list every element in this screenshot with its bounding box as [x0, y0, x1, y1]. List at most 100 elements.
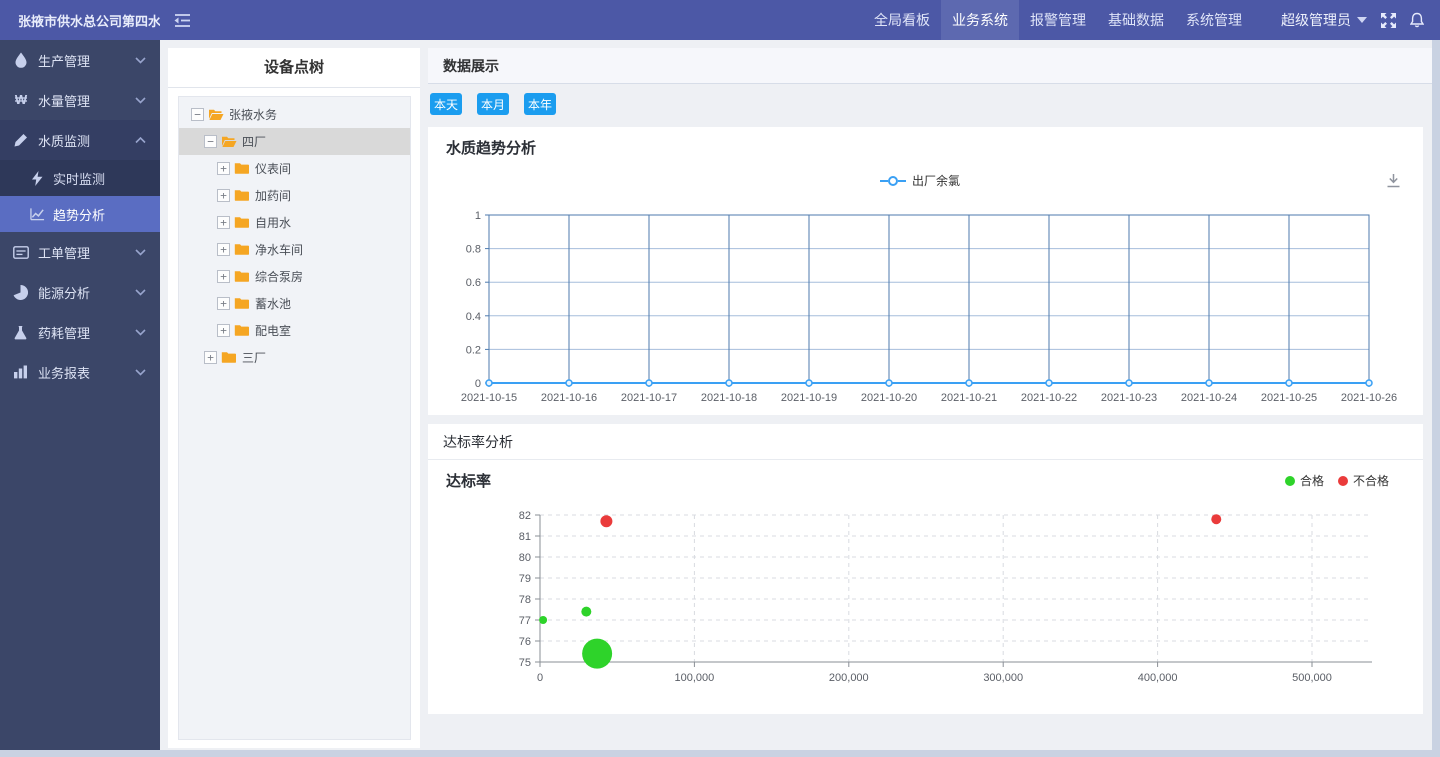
topnav-item-4[interactable]: 系统管理 [1175, 0, 1253, 40]
time-button-1[interactable]: 本月 [477, 93, 509, 115]
tree-node-8[interactable]: + 配电室 [179, 317, 410, 344]
water-amount-icon: W [12, 92, 29, 109]
folder-closed-icon [234, 189, 250, 203]
sidebar-item-1[interactable]: W水量管理 [0, 80, 160, 120]
sidebar-subitem-2-0[interactable]: 实时监测 [0, 160, 160, 196]
chevron-up-icon [135, 137, 146, 144]
tree-node-label: 张掖水务 [229, 106, 277, 123]
svg-text:2021-10-18: 2021-10-18 [701, 392, 757, 404]
tree-node-5[interactable]: + 净水车间 [179, 236, 410, 263]
svg-text:79: 79 [519, 573, 531, 585]
svg-text:2021-10-21: 2021-10-21 [941, 392, 997, 404]
svg-text:2021-10-23: 2021-10-23 [1101, 392, 1157, 404]
flask-icon [12, 324, 29, 341]
expand-icon[interactable]: + [217, 243, 230, 256]
topnav-item-0[interactable]: 全局看板 [863, 0, 941, 40]
expand-icon[interactable]: + [204, 351, 217, 364]
tree-node-4[interactable]: +自用水 [179, 209, 410, 236]
tree-node-label: 仪表间 [255, 160, 291, 177]
sidebar-subitem-2-1[interactable]: 趋势分析 [0, 196, 160, 232]
svg-text:2021-10-26: 2021-10-26 [1341, 392, 1397, 404]
collapse-icon[interactable]: − [191, 108, 204, 121]
rate-scatter-chart: 75767778798081820100,000200,000300,00040… [428, 424, 1423, 714]
sidebar-item-label: 业务报表 [38, 363, 90, 382]
tree-node-3[interactable]: +加药间 [179, 182, 410, 209]
scatter-point[interactable] [539, 616, 547, 624]
svg-text:0: 0 [537, 672, 543, 684]
svg-text:80: 80 [519, 552, 531, 564]
scatter-point[interactable] [581, 607, 591, 617]
scatter-point[interactable] [600, 515, 612, 527]
sidebar-item-4[interactable]: 能源分析 [0, 272, 160, 312]
time-range-buttons: 本天本月本年 [430, 93, 556, 115]
svg-text:76: 76 [519, 636, 531, 648]
expand-icon[interactable]: + [217, 189, 230, 202]
user-menu[interactable]: 超级管理员 [1281, 10, 1367, 30]
pie-icon [12, 284, 29, 301]
scatter-point[interactable] [1211, 514, 1221, 524]
chevron-down-icon [135, 329, 146, 336]
sidebar-subitem-label: 实时监测 [53, 169, 105, 188]
scatter-point[interactable] [582, 639, 612, 669]
folder-closed-icon [234, 216, 250, 230]
chevron-down-icon [135, 97, 146, 104]
sidebar-item-label: 药耗管理 [38, 323, 90, 342]
menu-fold-icon[interactable] [174, 13, 191, 28]
sidebar-item-label: 水质监测 [38, 131, 90, 150]
svg-text:2021-10-19: 2021-10-19 [781, 392, 837, 404]
svg-text:1: 1 [475, 210, 481, 222]
svg-text:2021-10-22: 2021-10-22 [1021, 392, 1077, 404]
tree-node-0[interactable]: − 张掖水务 [179, 101, 410, 128]
app-title: 张掖市供水总公司第四水厂 [0, 11, 160, 30]
tree-node-label: 蓄水池 [255, 295, 291, 312]
topnav-item-3[interactable]: 基础数据 [1097, 0, 1175, 40]
time-button-2[interactable]: 本年 [524, 93, 556, 115]
compliance-rate-card: 达标率分析 达标率 合格不合格 75767778798081820100,000… [428, 424, 1423, 714]
svg-text:200,000: 200,000 [829, 672, 869, 684]
chevron-down-icon [135, 369, 146, 376]
svg-text:0: 0 [475, 378, 481, 390]
sidebar-item-5[interactable]: 药耗管理 [0, 312, 160, 352]
chevron-down-icon [135, 289, 146, 296]
time-button-0[interactable]: 本天 [430, 93, 462, 115]
sidebar-item-6[interactable]: 业务报表 [0, 352, 160, 392]
svg-text:0.2: 0.2 [466, 344, 481, 356]
sidebar-submenu: 实时监测趋势分析 [0, 160, 160, 232]
expand-icon[interactable]: + [217, 270, 230, 283]
chevron-down-icon [135, 57, 146, 64]
tree-node-1[interactable]: − 四厂 [179, 128, 410, 155]
sidebar-item-3[interactable]: 工单管理 [0, 232, 160, 272]
tree-node-label: 配电室 [255, 322, 291, 339]
bell-icon[interactable] [1410, 12, 1424, 28]
droplet-icon [12, 52, 29, 69]
tree-node-9[interactable]: +三厂 [179, 344, 410, 371]
sidebar-item-2[interactable]: 水质监测 [0, 120, 160, 160]
expand-icon[interactable]: + [217, 216, 230, 229]
device-tree-panel: 设备点树 −张掖水务−四厂+仪表间+加药间+自用水+净水车间+综合泵房+蓄水池+… [168, 48, 420, 748]
collapse-icon[interactable]: − [204, 135, 217, 148]
tree-node-label: 四厂 [242, 133, 266, 150]
top-navigation: 全局看板业务系统报警管理基础数据系统管理 [863, 0, 1253, 40]
svg-text:2021-10-16: 2021-10-16 [541, 392, 597, 404]
vertical-scrollbar[interactable] [1432, 40, 1440, 750]
expand-icon[interactable]: + [217, 297, 230, 310]
svg-text:500,000: 500,000 [1292, 672, 1332, 684]
topnav-item-1[interactable]: 业务系统 [941, 0, 1019, 40]
tree-node-2[interactable]: + 仪表间 [179, 155, 410, 182]
trend-analysis-card: 水质趋势分析 出厂余氯 00.20.40.60.812021-10-152021… [428, 127, 1423, 415]
tree-node-label: 净水车间 [255, 241, 303, 258]
sidebar-item-0[interactable]: 生产管理 [0, 40, 160, 80]
expand-icon[interactable]: + [217, 324, 230, 337]
expand-icon[interactable]: + [217, 162, 230, 175]
tree-node-7[interactable]: + 蓄水池 [179, 290, 410, 317]
sidebar-item-label: 能源分析 [38, 283, 90, 302]
svg-text:2021-10-15: 2021-10-15 [461, 392, 517, 404]
svg-text:0.8: 0.8 [466, 244, 481, 256]
horizontal-scrollbar[interactable] [0, 750, 1440, 757]
svg-text:300,000: 300,000 [983, 672, 1023, 684]
svg-text:2021-10-24: 2021-10-24 [1181, 392, 1237, 404]
fullscreen-icon[interactable] [1381, 13, 1396, 28]
tree-node-6[interactable]: +综合泵房 [179, 263, 410, 290]
trend-icon [30, 207, 45, 222]
topnav-item-2[interactable]: 报警管理 [1019, 0, 1097, 40]
